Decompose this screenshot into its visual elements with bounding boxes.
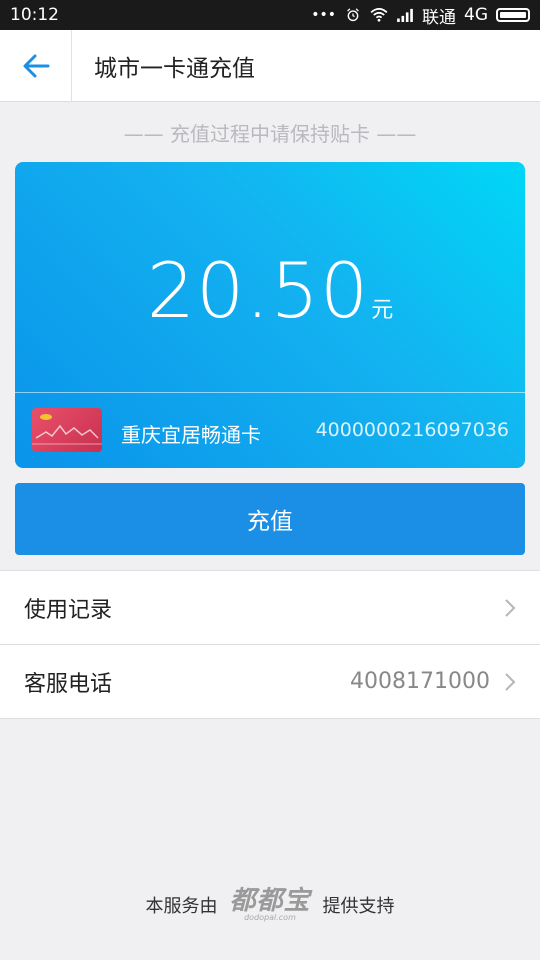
back-button[interactable] bbox=[0, 29, 72, 102]
battery-icon bbox=[496, 8, 530, 22]
list-item-usage-records[interactable]: 使用记录 bbox=[0, 571, 540, 645]
brand-domain: dodopal.com bbox=[244, 913, 296, 922]
amount-display: 20.50元 bbox=[15, 246, 525, 336]
carrier-label: 联通 bbox=[422, 7, 456, 28]
list-item-customer-service[interactable]: 客服电话 4008171000 bbox=[0, 645, 540, 719]
signal-icon bbox=[397, 8, 413, 22]
footer-prefix: 本服务由 bbox=[145, 896, 218, 917]
recharge-button[interactable]: 充值 bbox=[15, 483, 525, 555]
card-image bbox=[32, 408, 102, 452]
customer-service-label: 客服电话 bbox=[24, 671, 113, 697]
usage-records-label: 使用记录 bbox=[24, 597, 113, 623]
status-bar: 10:12 ••• 联通 4G bbox=[0, 0, 540, 30]
service-provider-footer: 本服务由 都都宝 dodopal.com 提供支持 bbox=[0, 888, 540, 922]
card-divider bbox=[15, 392, 525, 393]
keep-card-hint: —— 充值过程中请保持贴卡 —— bbox=[123, 122, 417, 146]
network-label: 4G bbox=[464, 5, 488, 25]
status-icons: ••• 联通 4G bbox=[311, 3, 530, 28]
amount-unit: 元 bbox=[371, 298, 394, 323]
status-time: 10:12 bbox=[10, 5, 59, 25]
arrow-left-icon bbox=[23, 54, 49, 77]
chevron-right-icon bbox=[505, 598, 516, 617]
notification-dots: ••• bbox=[311, 7, 336, 23]
card-number: 4000000216097036 bbox=[315, 419, 509, 441]
customer-service-phone: 4008171000 bbox=[350, 669, 490, 694]
recharge-card-panel: 20.50元 重庆宜居畅通卡 4000000216097036 bbox=[15, 162, 525, 468]
card-name: 重庆宜居畅通卡 bbox=[121, 423, 261, 447]
options-list: 使用记录 客服电话 4008171000 bbox=[0, 570, 540, 719]
alarm-icon bbox=[347, 8, 359, 22]
brand-name: 都都宝 bbox=[229, 886, 311, 916]
chevron-right-icon bbox=[505, 672, 516, 691]
page-title: 城市一卡通充值 bbox=[94, 55, 255, 82]
app-bar: 城市一卡通充值 bbox=[0, 29, 540, 102]
dodopal-logo: 都都宝 dodopal.com bbox=[229, 888, 310, 922]
wifi-icon bbox=[370, 8, 388, 22]
footer-suffix: 提供支持 bbox=[322, 896, 395, 917]
city-skyline-graphic bbox=[32, 414, 102, 445]
amount-value: 20.50 bbox=[146, 246, 370, 335]
